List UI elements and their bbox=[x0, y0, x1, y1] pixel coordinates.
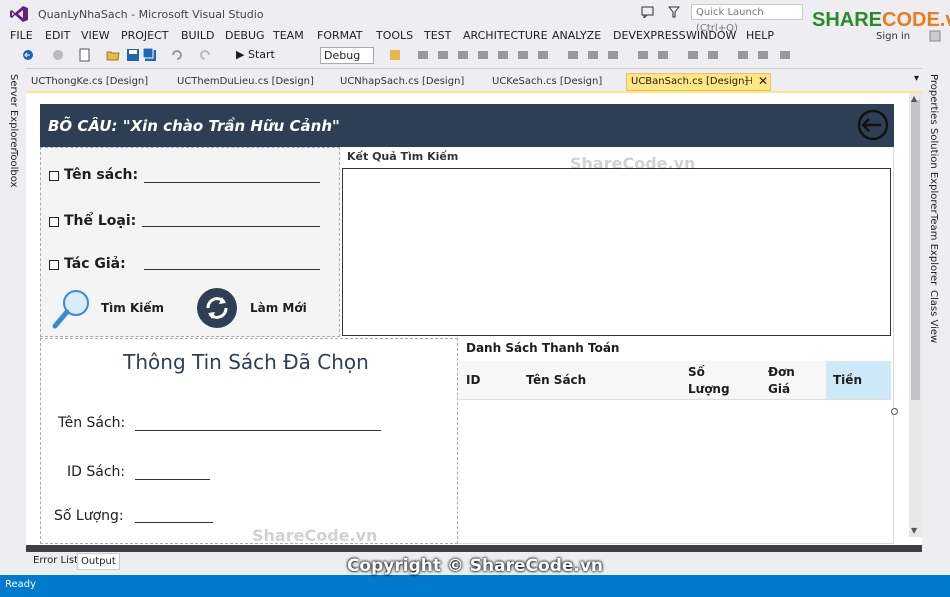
visual-studio-logo-icon bbox=[10, 6, 28, 22]
forward-icon[interactable] bbox=[52, 49, 64, 61]
menu-file[interactable]: FILE bbox=[10, 29, 33, 42]
close-tab-icon[interactable]: ✕ bbox=[758, 73, 768, 89]
selected-book-title: Thông Tin Sách Đã Chọn bbox=[123, 350, 369, 374]
back-icon[interactable] bbox=[22, 49, 34, 61]
menu-architecture[interactable]: ARCHITECTURE bbox=[463, 29, 548, 42]
menu-team[interactable]: TEAM bbox=[273, 29, 304, 42]
team-explorer-tab[interactable]: Team Explorer bbox=[928, 214, 939, 285]
watermark-top: ShareCode.vn bbox=[570, 154, 696, 173]
tab-ucthongke[interactable]: UCThongKe.cs [Design] bbox=[31, 74, 148, 90]
feedback-icon[interactable] bbox=[641, 6, 654, 18]
tab-ucthemdulieu[interactable]: UCThemDuLieu.cs [Design] bbox=[177, 74, 314, 90]
ten-sach-input[interactable] bbox=[144, 182, 320, 183]
menu-view[interactable]: VIEW bbox=[81, 29, 110, 42]
properties-tab[interactable]: Properties bbox=[928, 74, 939, 125]
greeting-header: BÕ CÂU: "Xin chào Trần Hữu Cảnh" bbox=[48, 117, 340, 135]
info-id-sach-label: ID Sách: bbox=[67, 464, 126, 480]
ten-sach-label: Tên sách: bbox=[64, 167, 139, 183]
the-loai-input[interactable] bbox=[142, 226, 320, 227]
toolbox-tab[interactable]: Toolbox bbox=[8, 150, 19, 188]
menu-test[interactable]: TEST bbox=[424, 29, 451, 42]
menu-build[interactable]: BUILD bbox=[181, 29, 214, 42]
refresh-button-label: Làm Mới bbox=[250, 301, 307, 315]
the-loai-checkbox[interactable] bbox=[49, 217, 59, 227]
the-loai-label: Thể Loại: bbox=[64, 213, 137, 229]
results-groupbox-label: Kết Quả Tìm Kiếm bbox=[347, 150, 459, 163]
copyright-watermark: Copyright © ShareCode.vn bbox=[346, 556, 604, 576]
save-all-icon[interactable] bbox=[143, 48, 157, 62]
solution-configuration-select[interactable]: Debug bbox=[320, 47, 374, 64]
tab-ucnhapsach[interactable]: UCNhapSach.cs [Design] bbox=[340, 74, 464, 90]
results-grid[interactable] bbox=[342, 168, 891, 336]
logout-icon bbox=[857, 109, 889, 141]
menu-format[interactable]: FORMAT bbox=[317, 29, 363, 42]
start-debug-button[interactable]: ▶ Start bbox=[236, 48, 275, 61]
find-in-files-icon[interactable] bbox=[388, 48, 402, 62]
col-so-luong[interactable]: Số Lượng bbox=[688, 364, 736, 398]
redo-icon[interactable] bbox=[198, 48, 212, 62]
active-tab-label: UCBanSach.cs [Design] bbox=[631, 76, 749, 87]
logout-button[interactable] bbox=[852, 104, 894, 147]
menu-project[interactable]: PROJECT bbox=[121, 29, 169, 42]
tac-gia-input[interactable] bbox=[144, 269, 320, 270]
open-file-icon[interactable] bbox=[106, 48, 120, 62]
search-button-label: Tìm Kiếm bbox=[101, 301, 165, 315]
pin-icon[interactable]: ⊣ bbox=[744, 74, 753, 90]
scroll-up-icon[interactable]: ▲ bbox=[911, 94, 917, 103]
payment-list-label: Danh Sách Thanh Toán bbox=[466, 341, 620, 355]
layout-toolbar bbox=[418, 49, 798, 61]
class-view-tab[interactable]: Class View bbox=[928, 290, 939, 343]
info-ten-sach-field[interactable] bbox=[135, 430, 381, 431]
tab-uckesach[interactable]: UCKeSach.cs [Design] bbox=[492, 74, 602, 90]
tac-gia-label: Tác Giả: bbox=[64, 256, 126, 272]
quick-launch-input[interactable]: Quick Launch (Ctrl+Q) bbox=[691, 4, 803, 34]
menu-debug[interactable]: DEBUG bbox=[225, 29, 265, 42]
col-tien[interactable]: Tiền bbox=[833, 373, 862, 387]
watermark-bottom: ShareCode.vn bbox=[252, 526, 378, 545]
window-title: QuanLyNhaSach - Microsoft Visual Studio bbox=[38, 8, 264, 21]
refresh-icon bbox=[197, 288, 237, 328]
menu-edit[interactable]: EDIT bbox=[45, 29, 70, 42]
col-id[interactable]: ID bbox=[466, 373, 480, 387]
undo-icon[interactable] bbox=[170, 48, 184, 62]
new-project-icon[interactable] bbox=[78, 48, 92, 62]
menu-devexpress[interactable]: DEVEXPRESS bbox=[613, 29, 686, 42]
menu-tools[interactable]: TOOLS bbox=[376, 29, 413, 42]
save-icon[interactable] bbox=[126, 48, 140, 62]
info-so-luong-field[interactable] bbox=[135, 522, 213, 523]
info-id-sach-field[interactable] bbox=[135, 479, 210, 480]
menu-window[interactable]: WINDOW bbox=[686, 29, 736, 42]
status-bar bbox=[0, 575, 950, 597]
resize-handle[interactable] bbox=[891, 408, 898, 415]
menu-analyze[interactable]: ANALYZE bbox=[552, 29, 601, 42]
tac-gia-checkbox[interactable] bbox=[49, 260, 59, 270]
server-explorer-tab[interactable]: Server Explorer bbox=[8, 74, 19, 152]
info-so-luong-label: Số Lượng: bbox=[54, 508, 124, 524]
ten-sach-checkbox[interactable] bbox=[49, 171, 59, 181]
scroll-down-icon[interactable]: ▼ bbox=[911, 526, 917, 535]
filter-icon[interactable] bbox=[668, 6, 680, 18]
designer-scrollbar-thumb[interactable] bbox=[911, 100, 920, 400]
info-ten-sach-label: Tên Sách: bbox=[58, 415, 126, 431]
search-button[interactable]: Tìm Kiếm bbox=[50, 287, 170, 331]
status-text: Ready bbox=[5, 579, 37, 590]
tab-overflow-chevron-down-icon[interactable]: ▾ bbox=[914, 73, 919, 84]
document-tab-row bbox=[26, 72, 922, 91]
col-ten-sach[interactable]: Tên Sách bbox=[526, 373, 586, 387]
refresh-button[interactable]: Làm Mới bbox=[196, 287, 316, 331]
layout-alignment-icons[interactable] bbox=[418, 49, 798, 61]
menu-help[interactable]: HELP bbox=[746, 29, 774, 42]
solution-explorer-tab[interactable]: Solution Explorer bbox=[928, 128, 939, 214]
col-don-gia[interactable]: Đơn Giá bbox=[768, 364, 808, 398]
magnifier-icon bbox=[52, 290, 89, 329]
tab-ucbansach-active[interactable]: UCBanSach.cs [Design] ⊣ ✕ bbox=[626, 73, 771, 91]
